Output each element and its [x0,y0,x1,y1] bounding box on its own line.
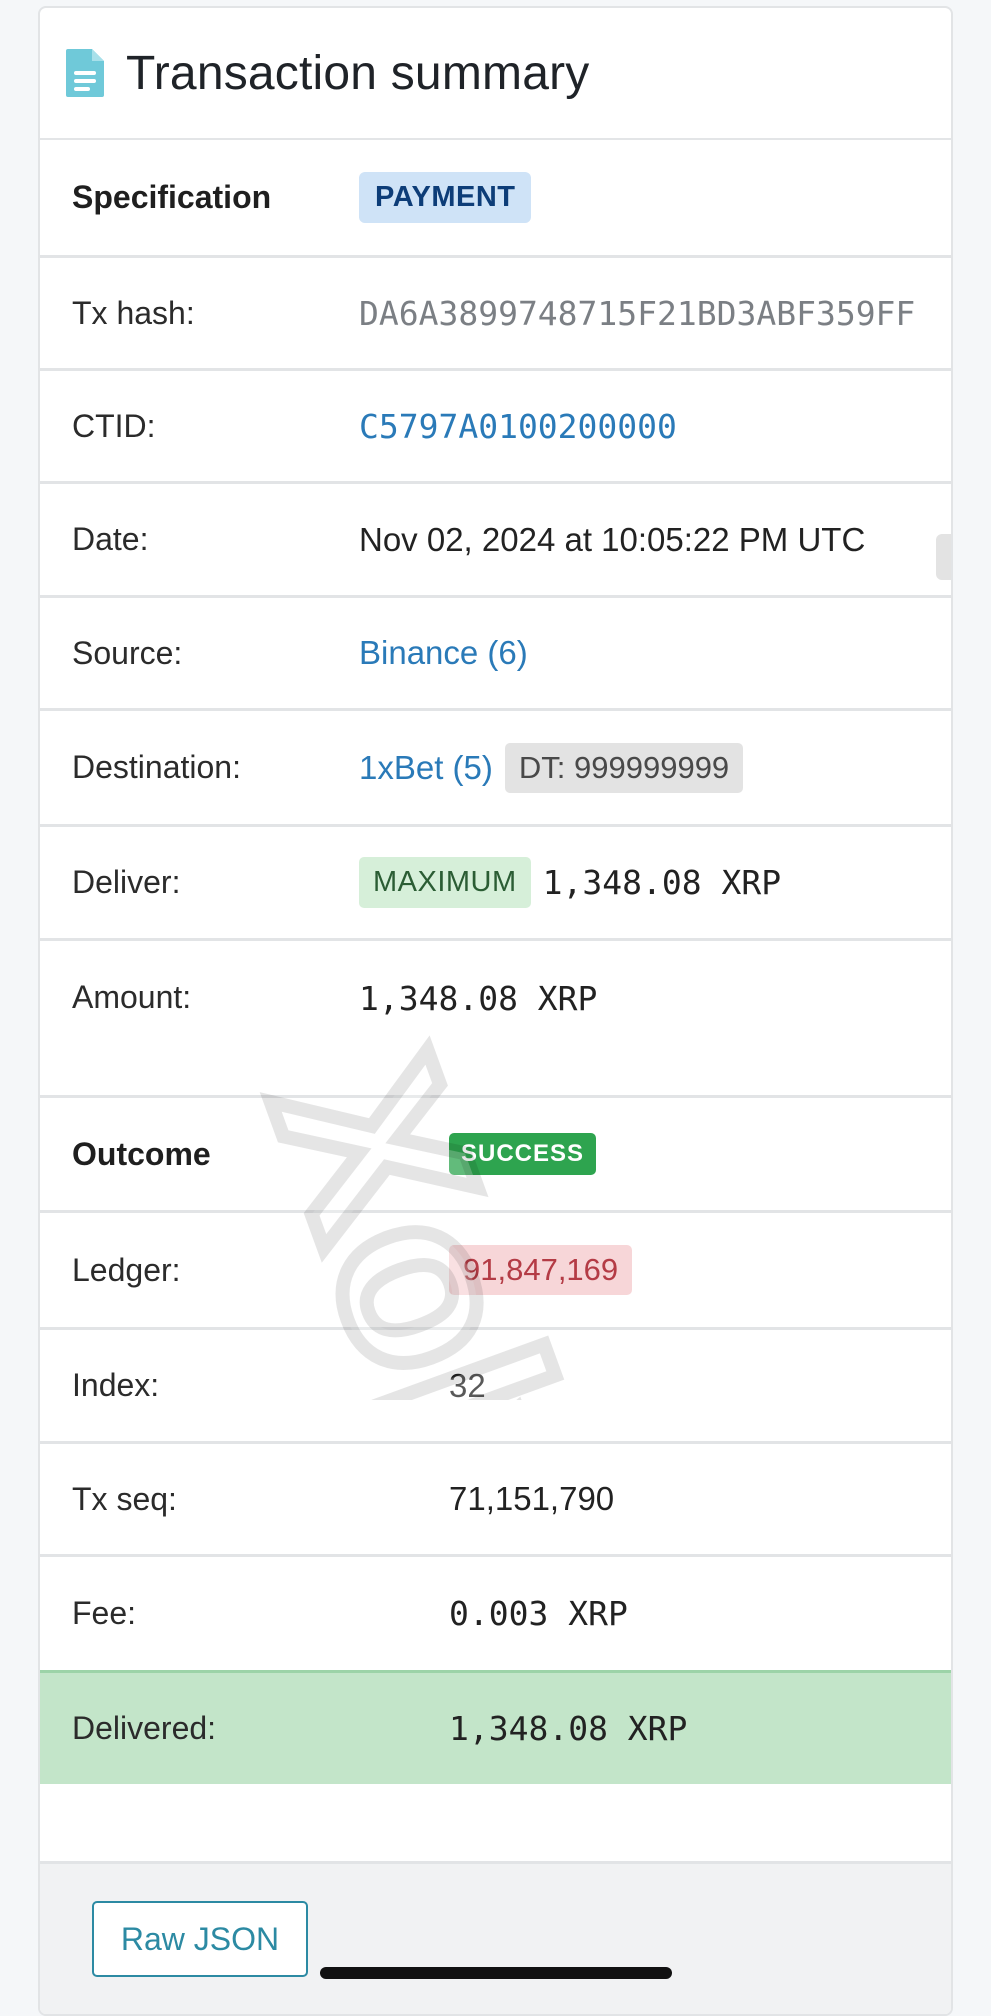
fee-label: Fee: [72,1595,137,1631]
outcome-row: Outcome SUCCESS [40,1098,951,1213]
amount-label: Amount: [72,979,192,1015]
specification-row: Specification PAYMENT [40,140,951,258]
ledger-label: Ledger: [72,1251,181,1288]
ctid-link[interactable]: C5797A0100200000 [359,407,677,446]
delivered-row: Delivered: 1,348.08 XRP [40,1670,951,1784]
source-row: Source: Binance (6) [40,598,951,711]
tx-seq-row: Tx seq: 71,151,790 [40,1444,951,1557]
specification-value: PAYMENT [359,172,532,223]
card-header: Transaction summary [40,8,951,140]
tx-seq-label: Tx seq: [72,1480,177,1517]
page-title: Transaction summary [126,46,590,100]
ctid-label: CTID: [72,407,156,444]
outcome-value: SUCCESS [449,1133,597,1175]
destination-tag-badge: DT: 999999999 [504,742,744,793]
home-indicator[interactable] [320,1967,672,1979]
source-link[interactable]: Binance (6) [359,634,528,672]
outcome-label: Outcome [72,1135,211,1172]
deliver-amount: 1,348.08 XRP [542,863,782,902]
maximum-badge: MAXIMUM [359,857,531,908]
deliver-label: Deliver: [72,864,181,900]
raw-json-button[interactable]: Raw JSON [92,1901,308,1977]
index-value: 32 [449,1366,486,1404]
document-icon [66,49,104,97]
destination-label: Destination: [72,749,241,785]
index-row: Index: 32 [40,1330,951,1444]
fee-value: 0.003 XRP [449,1594,628,1633]
amount-row: Amount: 1,348.08 XRP [40,941,951,1098]
ctid-row: CTID: C5797A0100200000 [40,371,951,484]
deliver-value: MAXIMUM 1,348.08 XRP [359,857,781,908]
date-row: Date: Nov 02, 2024 at 10:05:22 PM UTC [40,484,951,598]
payment-badge: PAYMENT [359,172,532,223]
amount-value: 1,348.08 XRP [359,979,598,1018]
date-value: Nov 02, 2024 at 10:05:22 PM UTC [359,520,866,558]
ledger-row: Ledger: 91,847,169 [40,1213,951,1330]
tx-hash-value[interactable]: DA6A3899748715F21BD3ABF359FF [359,294,915,333]
date-label: Date: [72,521,149,557]
source-label: Source: [72,634,183,671]
ledger-value: 91,847,169 [449,1245,633,1295]
card-footer: Raw JSON [40,1861,951,2014]
destination-row: Destination: 1xBet (5) DT: 999999999 [40,711,951,827]
delivered-label: Delivered: [72,1710,217,1746]
transaction-summary-card: Transaction summary Specification PAYMEN… [38,6,953,2016]
index-label: Index: [72,1367,160,1403]
tx-hash-row: Tx hash: DA6A3899748715F21BD3ABF359FF [40,258,951,371]
fee-row: Fee: 0.003 XRP [40,1557,951,1670]
deliver-row: Deliver: MAXIMUM 1,348.08 XRP [40,827,951,941]
success-badge: SUCCESS [449,1133,597,1175]
ledger-badge[interactable]: 91,847,169 [449,1245,633,1295]
destination-link[interactable]: 1xBet (5) [359,749,493,787]
tx-seq-value: 71,151,790 [449,1480,615,1517]
specification-label: Specification [72,179,272,215]
date-pill [936,534,951,580]
delivered-value: 1,348.08 XRP [449,1709,688,1748]
tx-hash-label: Tx hash: [72,294,195,331]
destination-value: 1xBet (5) DT: 999999999 [359,742,744,793]
